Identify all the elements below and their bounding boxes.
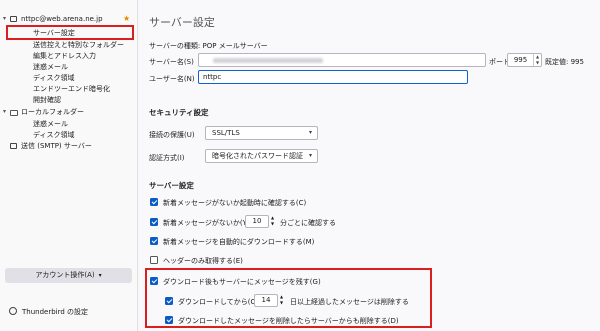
auto-download-checkbox[interactable]	[150, 237, 158, 245]
check-startup-label[interactable]: 新着メッセージがないか起動時に確認する(C)	[163, 198, 306, 208]
check-interval-value: 10	[252, 217, 262, 225]
default-port-text: 既定値: 995	[545, 58, 584, 66]
page-title: サーバー設定	[149, 16, 215, 29]
collapse-icon[interactable]: ▾	[3, 108, 6, 115]
sidebar-item-e2e[interactable]: エンドツーエンド暗号化	[33, 85, 110, 94]
check-every-suffix: 分ごとに確認する	[280, 219, 336, 227]
username-value: nttpc	[203, 73, 222, 81]
auth-method-select[interactable]: 暗号化されたパスワード認証 ▾	[205, 149, 318, 163]
sidebar-item-local-junk[interactable]: 迷惑メール	[33, 120, 68, 129]
collapse-icon[interactable]: ▾	[3, 15, 6, 22]
chevron-down-icon: ▾	[98, 272, 102, 279]
sidebar-item-smtp[interactable]: 送信 (SMTP) サーバー	[21, 142, 92, 151]
auth-method-label: 認証方式(I)	[149, 154, 185, 162]
redacted-server-name	[213, 57, 323, 63]
account-actions-label: アカウント操作(A)	[35, 271, 95, 279]
sidebar-item-copies-folders[interactable]: 送信控えと特別なフォルダー	[33, 41, 124, 50]
thunderbird-settings-link[interactable]: Thunderbird の設定	[9, 307, 88, 317]
selection-highlight	[6, 25, 134, 40]
port-spinner[interactable]: ▲ ▼	[533, 54, 541, 66]
security-heading: セキュリティ設定	[149, 108, 209, 117]
account-name[interactable]: nttpc@web.arena.ne.jp	[21, 15, 103, 24]
headers-only-label[interactable]: ヘッダーのみ取得する(E)	[163, 256, 243, 266]
headers-only-checkbox[interactable]	[150, 256, 158, 264]
server-name-label: サーバー名(S)	[149, 58, 194, 66]
connection-security-label: 接続の保護(U)	[149, 131, 195, 139]
interval-spinner[interactable]: ▲ ▼	[271, 215, 274, 227]
check-interval-input[interactable]: 10	[245, 215, 269, 228]
sidebar-item-junk[interactable]: 迷惑メール	[33, 63, 68, 72]
auth-method-value: 暗号化されたパスワード認証	[212, 152, 303, 160]
sidebar-item-local-disk[interactable]: ディスク領域	[33, 131, 75, 140]
gear-icon	[9, 307, 17, 315]
auto-download-label[interactable]: 新着メッセージを自動的にダウンロードする(M)	[163, 237, 314, 247]
server-name-input[interactable]	[198, 53, 486, 67]
port-input[interactable]: 995 ▲ ▼	[507, 53, 542, 67]
chevron-down-icon: ▾	[308, 129, 312, 136]
sidebar-item-composition[interactable]: 編集とアドレス入力	[33, 52, 96, 61]
outgoing-server-icon	[10, 143, 17, 149]
account-tree-pane: ▾ nttpc@web.arena.ne.jp ★ サーバー設定 送信控えと特別…	[0, 0, 138, 331]
thunderbird-settings-label: Thunderbird の設定	[22, 308, 89, 316]
account-actions-button[interactable]: アカウント操作(A) ▾	[5, 268, 132, 283]
chevron-down-icon: ▾	[308, 152, 312, 159]
annotation-highlight	[145, 268, 432, 328]
check-every-checkbox[interactable]	[150, 218, 158, 226]
local-folders[interactable]: ローカルフォルダー	[21, 108, 84, 117]
mail-account-icon	[10, 16, 17, 22]
username-input[interactable]: nttpc	[198, 70, 468, 84]
port-value: 995	[513, 56, 528, 64]
sidebar-item-disk-space[interactable]: ディスク領域	[33, 74, 75, 83]
connection-security-select[interactable]: SSL/TLS ▾	[205, 126, 318, 140]
sidebar-item-return-receipts[interactable]: 開封確認	[33, 96, 61, 105]
server-type-text: サーバーの種類: POP メールサーバー	[149, 42, 268, 50]
check-startup-checkbox[interactable]	[150, 198, 158, 206]
connection-security-value: SSL/TLS	[212, 129, 240, 137]
username-label: ユーザー名(N)	[149, 75, 195, 83]
folder-icon	[10, 110, 18, 116]
check-every-label[interactable]: 新着メッセージがないか(Y)	[163, 218, 250, 228]
server-settings-heading: サーバー設定	[149, 181, 194, 190]
default-account-star-icon: ★	[123, 14, 131, 23]
